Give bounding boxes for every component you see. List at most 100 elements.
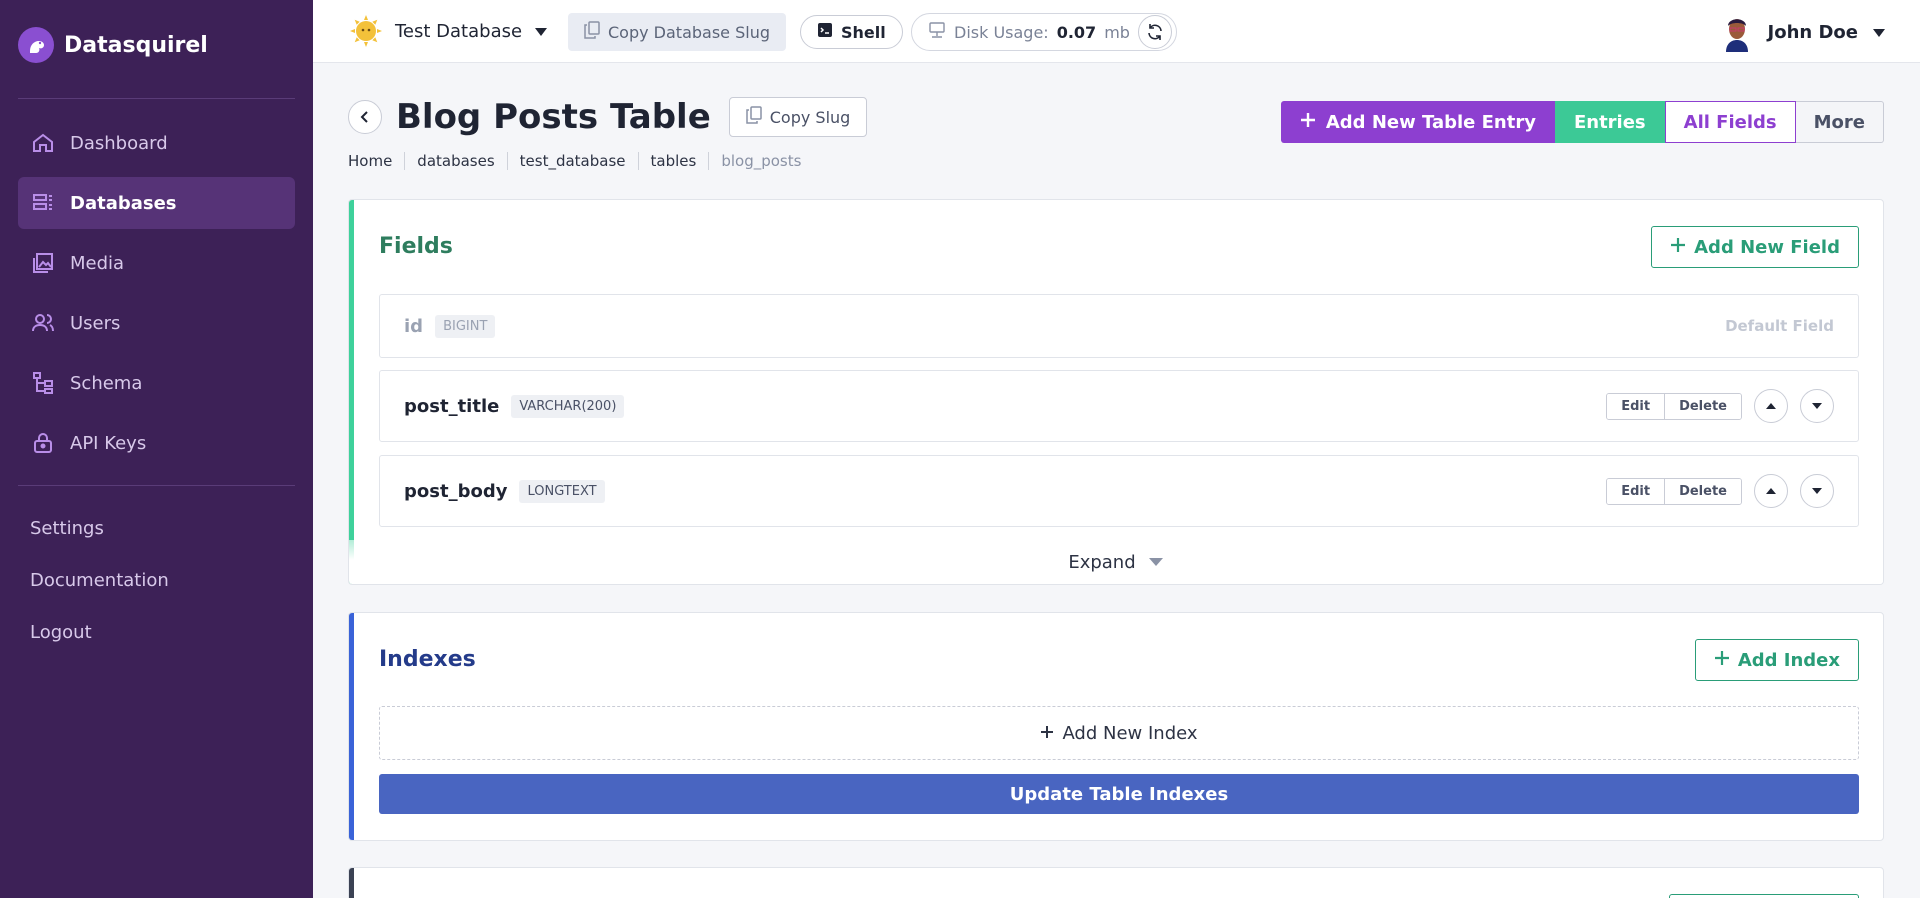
disk-usage-value: 0.07 [1056,22,1097,42]
copy-slug-button[interactable]: Copy Slug [728,97,868,137]
breadcrumb-tables[interactable]: tables [637,152,709,170]
sidebar-item-label: Users [70,312,121,334]
next-card-button[interactable] [1669,894,1859,898]
fields-title: Fields [379,234,453,259]
lock-icon [30,430,56,456]
user-name: John Doe [1767,21,1858,43]
expand-label: Expand [1068,551,1136,573]
database-icon [30,190,56,216]
add-index-button[interactable]: Add Index [1694,639,1859,681]
edit-field-button[interactable]: Edit [1607,478,1665,504]
disk-usage: Disk Usage: 0.07 mb [911,13,1177,51]
fields-card: Fields Add New Field id BIGINT Default F… [348,199,1884,585]
caret-down-icon [1872,22,1886,43]
field-row-post-body: post_body LONGTEXT Edit Delete [379,455,1859,527]
table-actions: Add New Table Entry Entries All Fields M… [1280,101,1884,143]
breadcrumb-databases[interactable]: databases [404,152,506,170]
edit-delete-group: Edit Delete [1606,392,1742,420]
fields-accent-bar [349,200,354,584]
move-up-button[interactable] [1754,389,1788,423]
field-name: post_title [404,395,500,417]
sidebar-item-label: Databases [70,192,177,214]
brand-name: Datasquirel [64,32,208,58]
copy-icon [584,21,600,43]
refresh-button[interactable] [1137,15,1172,49]
user-menu[interactable]: John Doe [1719,12,1886,52]
move-down-button[interactable] [1800,389,1834,423]
add-new-field-button[interactable]: Add New Field [1651,226,1859,268]
documentation-link[interactable]: Documentation [30,555,169,607]
caret-down-icon [1148,558,1163,566]
caret-up-icon [1766,403,1776,409]
back-button[interactable] [348,100,382,134]
breadcrumb-current: blog_posts [708,152,813,170]
default-field-label: Default Field [1725,317,1834,335]
sidebar-item-label: Dashboard [70,132,168,154]
copy-icon [746,106,762,128]
database-avatar-icon [350,15,382,47]
disk-icon [928,21,946,43]
delete-field-button[interactable]: Delete [1664,478,1741,504]
field-type-badge: BIGINT [435,314,496,338]
indexes-card: Indexes Add Index Add New Index Update T… [348,612,1884,841]
sidebar-item-label: Schema [70,372,143,394]
caret-down-icon [534,21,548,42]
page-header: Blog Posts Table Copy Slug [348,97,868,137]
add-index-label: Add Index [1737,649,1840,671]
copy-database-slug-button[interactable]: Copy Database Slug [568,13,786,51]
indexes-accent-bar [349,613,354,840]
chevron-left-icon [360,111,368,123]
breadcrumb-home[interactable]: Home [348,152,404,170]
shell-button[interactable]: Shell [800,15,903,49]
more-button[interactable]: More [1795,101,1884,143]
plus-icon [1714,650,1730,671]
copy-database-slug-label: Copy Database Slug [608,22,770,42]
settings-link[interactable]: Settings [30,503,169,555]
caret-up-icon [1766,488,1776,494]
field-type-badge: LONGTEXT [519,479,605,503]
sidebar-secondary-nav: Settings Documentation Logout [30,503,169,659]
next-card-accent-bar [349,868,354,898]
delete-field-button[interactable]: Delete [1664,393,1741,419]
sidebar-item-label: Media [70,252,125,274]
disk-usage-unit: mb [1104,22,1130,42]
move-up-button[interactable] [1754,474,1788,508]
avatar [1719,12,1754,52]
page-title: Blog Posts Table [396,97,711,137]
breadcrumb-test-database[interactable]: test_database [506,152,638,170]
sidebar-item-dashboard[interactable]: Dashboard [18,117,295,169]
add-new-index-label: Add New Index [1062,722,1198,744]
add-new-index-button[interactable]: Add New Index [379,706,1859,760]
field-name: id [404,315,424,337]
sidebar: Datasquirel Dashboard Databases Media Us… [0,0,313,898]
database-selector[interactable]: Test Database [349,14,548,48]
tab-all-fields[interactable]: All Fields [1664,101,1796,143]
indexes-title: Indexes [379,647,476,672]
sidebar-divider [18,485,295,486]
sidebar-item-schema[interactable]: Schema [18,357,295,409]
breadcrumb: Home databases test_database tables blog… [348,152,813,170]
logout-link[interactable]: Logout [30,607,169,659]
plus-icon [1040,723,1054,744]
add-new-field-label: Add New Field [1694,236,1840,258]
sidebar-item-api-keys[interactable]: API Keys [18,417,295,469]
schema-icon [30,370,56,396]
sidebar-nav: Dashboard Databases Media Users Schema A… [18,117,295,477]
refresh-icon [1148,24,1162,40]
brand[interactable]: Datasquirel [18,27,208,63]
sidebar-item-label: API Keys [70,432,147,454]
tab-entries[interactable]: Entries [1554,101,1665,143]
field-type-badge: VARCHAR(200) [511,394,625,418]
field-row-id: id BIGINT Default Field [379,294,1859,358]
sidebar-item-media[interactable]: Media [18,237,295,289]
image-icon [30,250,56,276]
sidebar-item-users[interactable]: Users [18,297,295,349]
expand-fields-button[interactable]: Expand [349,540,1883,584]
field-row-actions: Edit Delete [1606,474,1834,508]
add-table-entry-button[interactable]: Add New Table Entry [1280,101,1555,143]
update-table-indexes-button[interactable]: Update Table Indexes [379,774,1859,814]
edit-field-button[interactable]: Edit [1607,393,1665,419]
sidebar-item-databases[interactable]: Databases [18,177,295,229]
terminal-icon [817,22,833,42]
move-down-button[interactable] [1800,474,1834,508]
